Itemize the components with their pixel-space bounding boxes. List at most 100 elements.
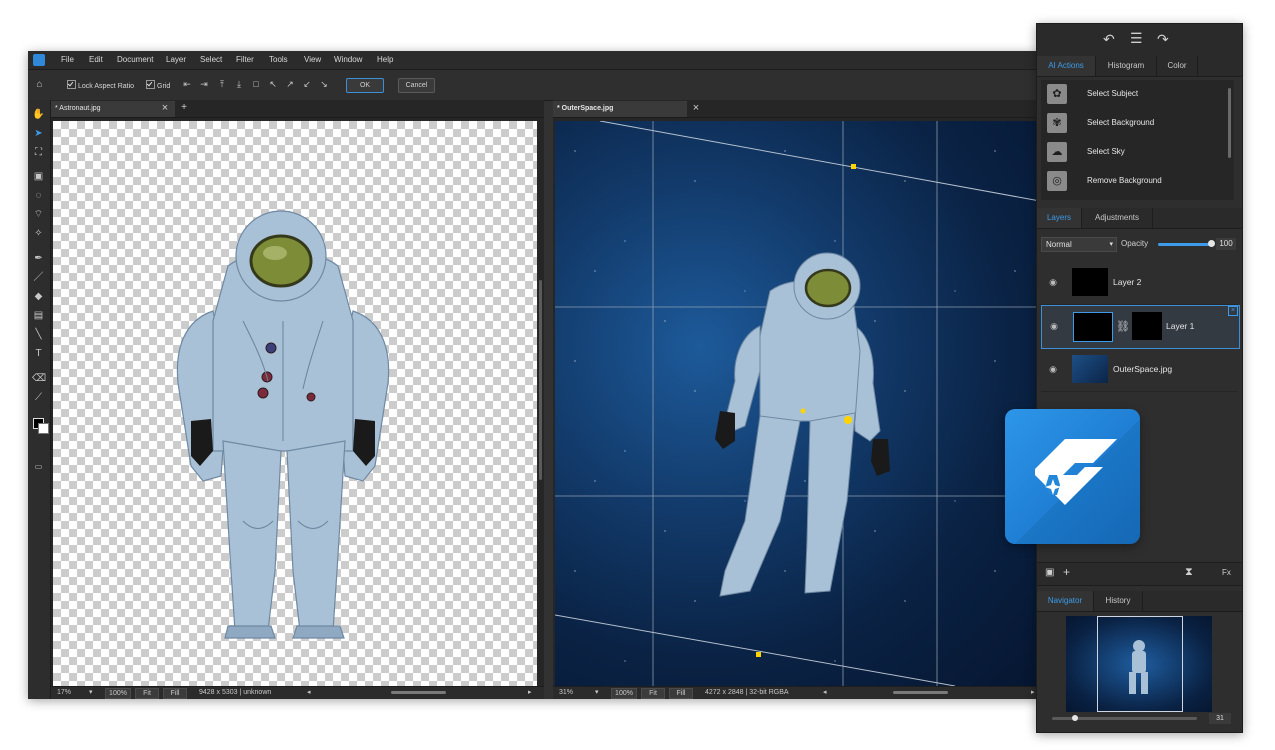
merge-icon[interactable]: ⧗ (1185, 566, 1193, 579)
menu-file[interactable]: File (61, 55, 74, 64)
eye-icon[interactable]: ◉ (1047, 276, 1059, 288)
add-tab-icon[interactable]: + (178, 102, 190, 114)
text-tool-icon[interactable]: T (32, 347, 45, 360)
eye-icon[interactable]: ◉ (1048, 320, 1060, 332)
tab-layers[interactable]: Layers (1037, 208, 1082, 228)
gradient-tool-icon[interactable]: ▤ (32, 309, 45, 322)
scroll-left-icon[interactable]: ◂ (307, 688, 311, 697)
close-tab-icon[interactable]: × (159, 102, 171, 114)
scroll-right-icon[interactable]: ▸ (528, 688, 532, 697)
ellipse-select-icon[interactable]: ◌ (32, 189, 45, 202)
blend-mode-select[interactable]: Normal ▾ (1041, 237, 1117, 252)
tab-adjustments[interactable]: Adjustments (1082, 208, 1153, 228)
line-tool-icon[interactable]: ╲ (32, 328, 45, 341)
menu-help[interactable]: Help (377, 55, 393, 64)
corner-top-right-icon[interactable]: ↗ (285, 79, 295, 89)
brush-tool-icon[interactable]: ／ (32, 271, 45, 284)
action-select-background[interactable]: ✾ Select Background (1047, 111, 1223, 135)
magic-wand-icon[interactable]: ✧ (32, 227, 45, 240)
lock-aspect-checkbox[interactable]: Lock Aspect Ratio (67, 80, 134, 90)
fill-button[interactable]: Fill (163, 688, 187, 699)
background-color-swatch[interactable] (38, 423, 49, 434)
align-top-icon[interactable]: ⤒ (217, 79, 227, 89)
layer-row-outerspace[interactable]: ◉ OuterSpace.jpg (1041, 349, 1238, 392)
cancel-button[interactable]: Cancel (398, 78, 435, 93)
zoom-value[interactable]: 17% (57, 688, 71, 697)
zoom-100-button[interactable]: 100% (105, 688, 131, 699)
eraser-tool-icon[interactable]: ⌫ (32, 372, 46, 385)
close-tab-icon[interactable]: × (690, 102, 702, 114)
hamburger-menu-icon[interactable]: ☰ (1130, 30, 1143, 47)
undo-icon[interactable]: ↶ (1103, 31, 1115, 48)
layer-row-layer1[interactable]: ◉ ⛓ Layer 1 × (1041, 305, 1240, 349)
lasso-tool-icon[interactable]: ⌔ (32, 208, 45, 221)
quick-mask-icon[interactable]: ▭ (32, 460, 45, 473)
tab-history[interactable]: History (1094, 591, 1143, 611)
tab-navigator[interactable]: Navigator (1037, 591, 1094, 611)
align-center-icon[interactable]: □ (251, 79, 261, 89)
redo-icon[interactable]: ↷ (1157, 31, 1169, 48)
menu-select[interactable]: Select (200, 55, 222, 64)
zoom-dropdown-icon[interactable]: ▾ (595, 688, 599, 697)
tab-histogram[interactable]: Histogram (1096, 56, 1157, 76)
close-icon[interactable]: × (1228, 306, 1238, 316)
menu-document[interactable]: Document (117, 55, 153, 64)
scroll-right-icon[interactable]: ▸ (1031, 688, 1035, 697)
corner-bottom-right-icon[interactable]: ↘ (319, 79, 329, 89)
slider-handle[interactable] (1208, 240, 1215, 247)
zoom-dropdown-icon[interactable]: ▾ (89, 688, 93, 697)
horizontal-scrollbar[interactable] (893, 691, 948, 694)
align-right-icon[interactable]: ⇥ (199, 79, 209, 89)
menu-layer[interactable]: Layer (166, 55, 186, 64)
eyedropper-tool-icon[interactable]: ⟋ (32, 391, 45, 404)
transform-tool-icon[interactable]: ⛶ (32, 146, 45, 159)
zoom-value[interactable]: 31% (559, 688, 573, 697)
tab-outerspace[interactable]: * OuterSpace.jpg (553, 101, 687, 117)
vertical-scrollbar[interactable] (539, 280, 542, 480)
menu-view[interactable]: View (304, 55, 321, 64)
menu-tools[interactable]: Tools (269, 55, 288, 64)
align-left-icon[interactable]: ⇤ (182, 79, 192, 89)
zoom-100-button[interactable]: 100% (611, 688, 637, 699)
menu-filter[interactable]: Filter (236, 55, 254, 64)
tab-astronaut[interactable]: * Astronaut.jpg (51, 101, 175, 117)
menu-window[interactable]: Window (334, 55, 362, 64)
navigator-zoom-value[interactable]: 31 (1209, 713, 1231, 724)
fill-tool-icon[interactable]: ◆ (32, 290, 45, 303)
corner-bottom-left-icon[interactable]: ↙ (302, 79, 312, 89)
slider-handle[interactable] (1072, 715, 1078, 721)
fill-button[interactable]: Fill (669, 688, 693, 699)
opacity-slider[interactable] (1158, 240, 1215, 247)
corner-top-left-icon[interactable]: ↖ (268, 79, 278, 89)
navigator-zoom-slider[interactable] (1052, 715, 1197, 721)
actions-scrollbar[interactable] (1228, 88, 1231, 158)
action-remove-background[interactable]: ◎ Remove Background (1047, 169, 1223, 193)
layer-row-layer2[interactable]: ◉ Layer 2 (1041, 262, 1238, 305)
fit-button[interactable]: Fit (641, 688, 665, 699)
action-select-sky[interactable]: ☁ Select Sky (1047, 140, 1223, 164)
navigator-preview[interactable] (1066, 616, 1212, 712)
fx-icon[interactable]: Fx (1222, 568, 1231, 577)
crop-tool-icon[interactable]: ▣ (32, 170, 45, 183)
app-logo-icon[interactable] (33, 54, 45, 66)
add-layer-icon[interactable]: + (1063, 565, 1070, 579)
scroll-left-icon[interactable]: ◂ (823, 688, 827, 697)
canvas-astronaut[interactable] (53, 121, 537, 686)
ok-button[interactable]: OK (346, 78, 384, 93)
align-bottom-icon[interactable]: ⤓ (234, 79, 244, 89)
move-tool-icon[interactable]: ➤ (32, 127, 45, 140)
tab-ai-actions[interactable]: AI Actions (1037, 56, 1096, 76)
pen-tool-icon[interactable]: ✒ (32, 252, 45, 265)
new-group-icon[interactable]: ▣ (1045, 567, 1054, 578)
eye-icon[interactable]: ◉ (1047, 363, 1059, 375)
opacity-value[interactable]: 100 (1216, 238, 1236, 250)
home-icon[interactable]: ⌂ (33, 78, 46, 91)
canvas-outerspace[interactable] (555, 121, 1040, 686)
action-select-subject[interactable]: ✿ Select Subject (1047, 82, 1223, 106)
hand-tool-icon[interactable]: ✋ (32, 108, 45, 121)
horizontal-scrollbar[interactable] (391, 691, 446, 694)
tab-color[interactable]: Color (1157, 56, 1198, 76)
link-icon[interactable]: ⛓ (1116, 320, 1130, 333)
grid-checkbox[interactable]: Grid (146, 80, 170, 90)
menu-edit[interactable]: Edit (89, 55, 103, 64)
